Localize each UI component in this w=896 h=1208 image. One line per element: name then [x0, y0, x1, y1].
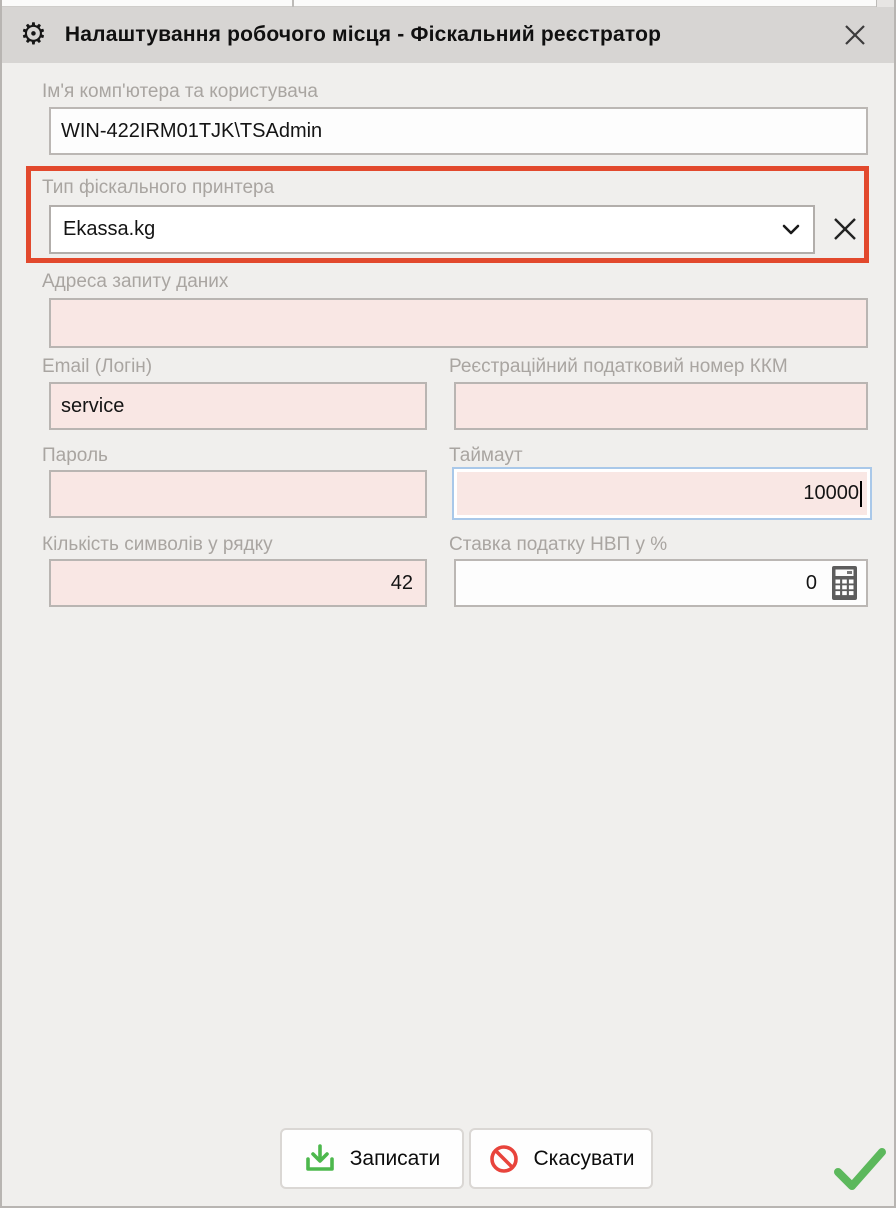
dialog-title: Налаштування робочого місця - Фіскальний… [65, 23, 661, 47]
email-field[interactable]: service [49, 382, 427, 430]
background-window-edge-right [876, 0, 894, 7]
background-window-divider [292, 0, 294, 7]
close-icon [842, 22, 868, 48]
kkm-tax-number-field[interactable] [454, 382, 868, 430]
computer-name-label: Ім'я комп'ютера та користувача [42, 81, 318, 103]
confirm-check-button[interactable] [830, 1144, 890, 1199]
chars-per-line-label: Кількість символів у рядку [42, 534, 273, 556]
dialog-titlebar: ⚙ Налаштування робочого місця - Фіскальн… [2, 7, 894, 63]
password-field[interactable] [49, 470, 427, 518]
timeout-label: Таймаут [449, 445, 523, 467]
cancel-button[interactable]: Скасувати [469, 1128, 653, 1189]
calculator-icon [831, 565, 858, 601]
printer-type-combobox[interactable]: Ekassa.kg [49, 205, 815, 254]
gear-icon: ⚙ [20, 20, 47, 50]
chars-per-line-field[interactable]: 42 [49, 559, 427, 607]
request-address-label: Адреса запиту даних [42, 271, 228, 293]
email-value: service [61, 395, 124, 418]
password-label: Пароль [42, 445, 108, 467]
cancel-button-label: Скасувати [534, 1147, 635, 1171]
timeout-field[interactable]: 10000 [452, 467, 872, 520]
save-button-label: Записати [350, 1147, 441, 1171]
nvp-tax-rate-label: Ставка податку НВП у % [449, 534, 667, 556]
computer-name-field[interactable]: WIN-422IRM01TJK\TSAdmin [49, 107, 868, 155]
kkm-tax-number-label: Реєстраційний податковий номер ККМ [449, 356, 788, 378]
printer-type-label: Тип фіскального принтера [42, 177, 274, 199]
nvp-tax-rate-field[interactable]: 0 [454, 559, 868, 607]
email-label: Email (Логін) [42, 356, 152, 378]
save-button[interactable]: Записати [280, 1128, 464, 1189]
printer-type-value: Ekassa.kg [63, 218, 155, 241]
settings-dialog: ⚙ Налаштування робочого місця - Фіскальн… [0, 0, 896, 1208]
clear-x-icon [831, 215, 859, 243]
request-address-field[interactable] [49, 298, 868, 348]
chars-per-line-value: 42 [391, 572, 413, 595]
timeout-value: 10000 [803, 482, 859, 505]
chevron-down-icon [781, 223, 801, 236]
calculator-button[interactable] [831, 565, 858, 601]
save-icon [304, 1143, 336, 1175]
text-caret [860, 481, 862, 507]
printer-type-clear-button[interactable] [824, 208, 866, 250]
close-button[interactable] [842, 22, 868, 48]
cancel-icon [488, 1143, 520, 1175]
checkmark-icon [830, 1144, 890, 1194]
nvp-tax-rate-value: 0 [806, 572, 817, 595]
background-window-edge [2, 0, 894, 7]
computer-name-value: WIN-422IRM01TJK\TSAdmin [61, 120, 322, 143]
